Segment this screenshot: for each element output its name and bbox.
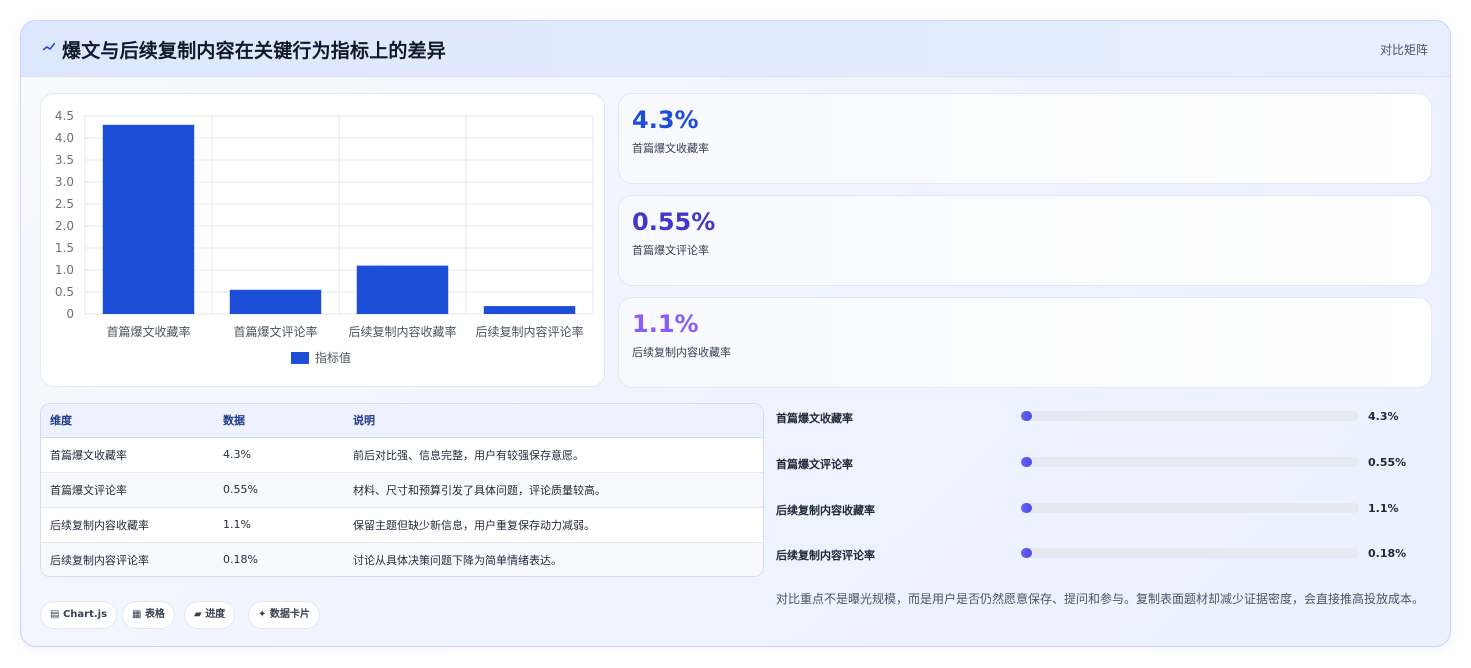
table-row: 首篇爆文收藏率 4.3% 前后对比强、信息完整，用户有较强保存意愿。 [41, 437, 763, 473]
bar [356, 265, 449, 314]
legend-swatch [291, 352, 309, 364]
comparison-matrix-link[interactable]: 对比矩阵 [1380, 41, 1428, 58]
x-tick-label: 后续复制内容收藏率 [348, 324, 456, 339]
stat-label: 后续复制内容收藏率 [632, 346, 731, 359]
progress-track [1021, 548, 1359, 558]
table-cell: 0.55% [214, 472, 344, 508]
table-cell: 4.3% [214, 437, 344, 473]
progress-row: 后续复制内容评论率 0.18% [776, 544, 1436, 564]
progress-label: 首篇爆文评论率 [776, 458, 853, 471]
table-row: 后续复制内容评论率 0.18% 讨论从具体决策问题下降为简单情绪表达。 [41, 542, 763, 576]
bar [229, 289, 322, 314]
y-tick-label: 4.0 [55, 131, 74, 145]
table-header-dimension: 维度 [41, 404, 214, 438]
progress-row: 首篇爆文收藏率 4.3% [776, 407, 1436, 427]
progress-value: 0.55% [1368, 456, 1407, 469]
tag-label: Chart.js [62, 609, 108, 620]
metrics-table: 维度 数据 说明 首篇爆文收藏率 4.3% 前后对比强、信息完整，用户有较强保存… [40, 403, 764, 577]
stat-card-favorite-rate: 4.3% 首篇爆文收藏率 [618, 93, 1432, 184]
stat-value: 1.1% [632, 310, 699, 338]
progress-track [1021, 411, 1359, 421]
progress-row: 首篇爆文评论率 0.55% [776, 453, 1436, 473]
stat-label: 首篇爆文收藏率 [632, 142, 709, 155]
bar [102, 124, 195, 314]
table-header-description: 说明 [344, 404, 763, 438]
table-row: 后续复制内容收藏率 1.1% 保留主题但缺少新信息，用户重复保存动力减弱。 [41, 507, 763, 543]
x-tick-label: 首篇爆文收藏率 [106, 324, 190, 339]
tag-label: 数据卡片 [269, 609, 310, 620]
progress-value: 1.1% [1368, 502, 1399, 515]
progress-fill [1021, 503, 1032, 513]
tag-label: 进度 [205, 609, 226, 620]
progress-row: 后续复制内容收藏率 1.1% [776, 499, 1436, 519]
sparkle-icon: ✦ [258, 609, 267, 620]
progress-label: 首篇爆文收藏率 [776, 412, 853, 425]
y-tick-label: 0.5 [55, 285, 74, 299]
progress-icon: ▰ [194, 609, 202, 620]
x-tick-label: 首篇爆文评论率 [233, 324, 317, 339]
chart-icon: ▤ [50, 609, 60, 620]
bar-chart: 0 0.5 1.0 1.5 2.0 2.5 3.0 3.5 4.0 4.5 首篇爆文收藏率 首篇爆文评… [55, 109, 594, 365]
tag-progress[interactable]: ▰ 进度 [184, 601, 236, 629]
table-cell: 首篇爆文收藏率 [41, 437, 214, 473]
tag-table[interactable]: ▦ 表格 [122, 601, 175, 629]
line-chart-icon [43, 42, 55, 51]
stat-card-comment-rate: 0.55% 首篇爆文评论率 [618, 195, 1432, 286]
table-cell: 后续复制内容收藏率 [41, 507, 214, 543]
table-cell: 0.18% [214, 542, 344, 576]
progress-label: 后续复制内容评论率 [776, 549, 875, 562]
table-cell: 首篇爆文评论率 [41, 472, 214, 508]
bar [483, 306, 576, 314]
tag-data-card[interactable]: ✦ 数据卡片 [248, 601, 320, 629]
progress-fill [1021, 411, 1032, 421]
y-tick-label: 1.0 [55, 263, 74, 277]
y-tick-label: 0 [66, 307, 74, 321]
table-cell: 后续复制内容评论率 [41, 542, 214, 576]
tag-chartjs[interactable]: ▤ Chart.js [40, 601, 118, 629]
progress-track [1021, 503, 1359, 513]
stat-label: 首篇爆文评论率 [632, 244, 709, 257]
table-cell: 1.1% [214, 507, 344, 543]
y-tick-label: 2.5 [55, 197, 74, 211]
progress-label: 后续复制内容收藏率 [776, 504, 875, 517]
stat-value: 4.3% [632, 106, 699, 134]
y-tick-label: 3.5 [55, 153, 74, 167]
stat-card-copy-favorite-rate: 1.1% 后续复制内容收藏率 [618, 297, 1432, 388]
y-tick-label: 4.5 [55, 109, 74, 123]
progress-track [1021, 457, 1359, 467]
table-header-data: 数据 [214, 404, 344, 438]
table-cell: 材料、尺寸和预算引发了具体问题，评论质量较高。 [344, 472, 763, 508]
tag-label: 表格 [144, 609, 165, 620]
bar-chart-panel: 0 0.5 1.0 1.5 2.0 2.5 3.0 3.5 4.0 4.5 首篇爆文收藏率 首篇爆文评… [40, 93, 605, 387]
x-tick-label: 后续复制内容评论率 [475, 324, 583, 339]
y-tick-label: 1.5 [55, 241, 74, 255]
progress-fill [1021, 548, 1032, 558]
table-header-row: 维度 数据 说明 [41, 404, 763, 438]
y-tick-label: 3.0 [55, 175, 74, 189]
progress-fill [1021, 457, 1032, 467]
summary-note: 对比重点不是曝光规模，而是用户是否仍然愿意保存、提问和参与。复制表面题材却减少证… [776, 592, 1425, 606]
y-tick-label: 2.0 [55, 219, 74, 233]
card-header: 爆文与后续复制内容在关键行为指标上的差异 对比矩阵 [21, 21, 1450, 77]
stat-value: 0.55% [632, 208, 716, 236]
table-cell: 讨论从具体决策问题下降为简单情绪表达。 [344, 542, 763, 576]
table-cell: 前后对比强、信息完整，用户有较强保存意愿。 [344, 437, 763, 473]
table-icon: ▦ [132, 609, 142, 620]
page-title: 爆文与后续复制内容在关键行为指标上的差异 [62, 40, 447, 62]
table-row: 首篇爆文评论率 0.55% 材料、尺寸和预算引发了具体问题，评论质量较高。 [41, 472, 763, 508]
comparison-card: 爆文与后续复制内容在关键行为指标上的差异 对比矩阵 0 0.5 1.0 1.5 2.0 2… [20, 20, 1451, 647]
table-cell: 保留主题但缺少新信息，用户重复保存动力减弱。 [344, 507, 763, 543]
progress-value: 4.3% [1368, 410, 1399, 423]
progress-value: 0.18% [1368, 547, 1407, 560]
legend-label: 指标值 [315, 350, 351, 365]
